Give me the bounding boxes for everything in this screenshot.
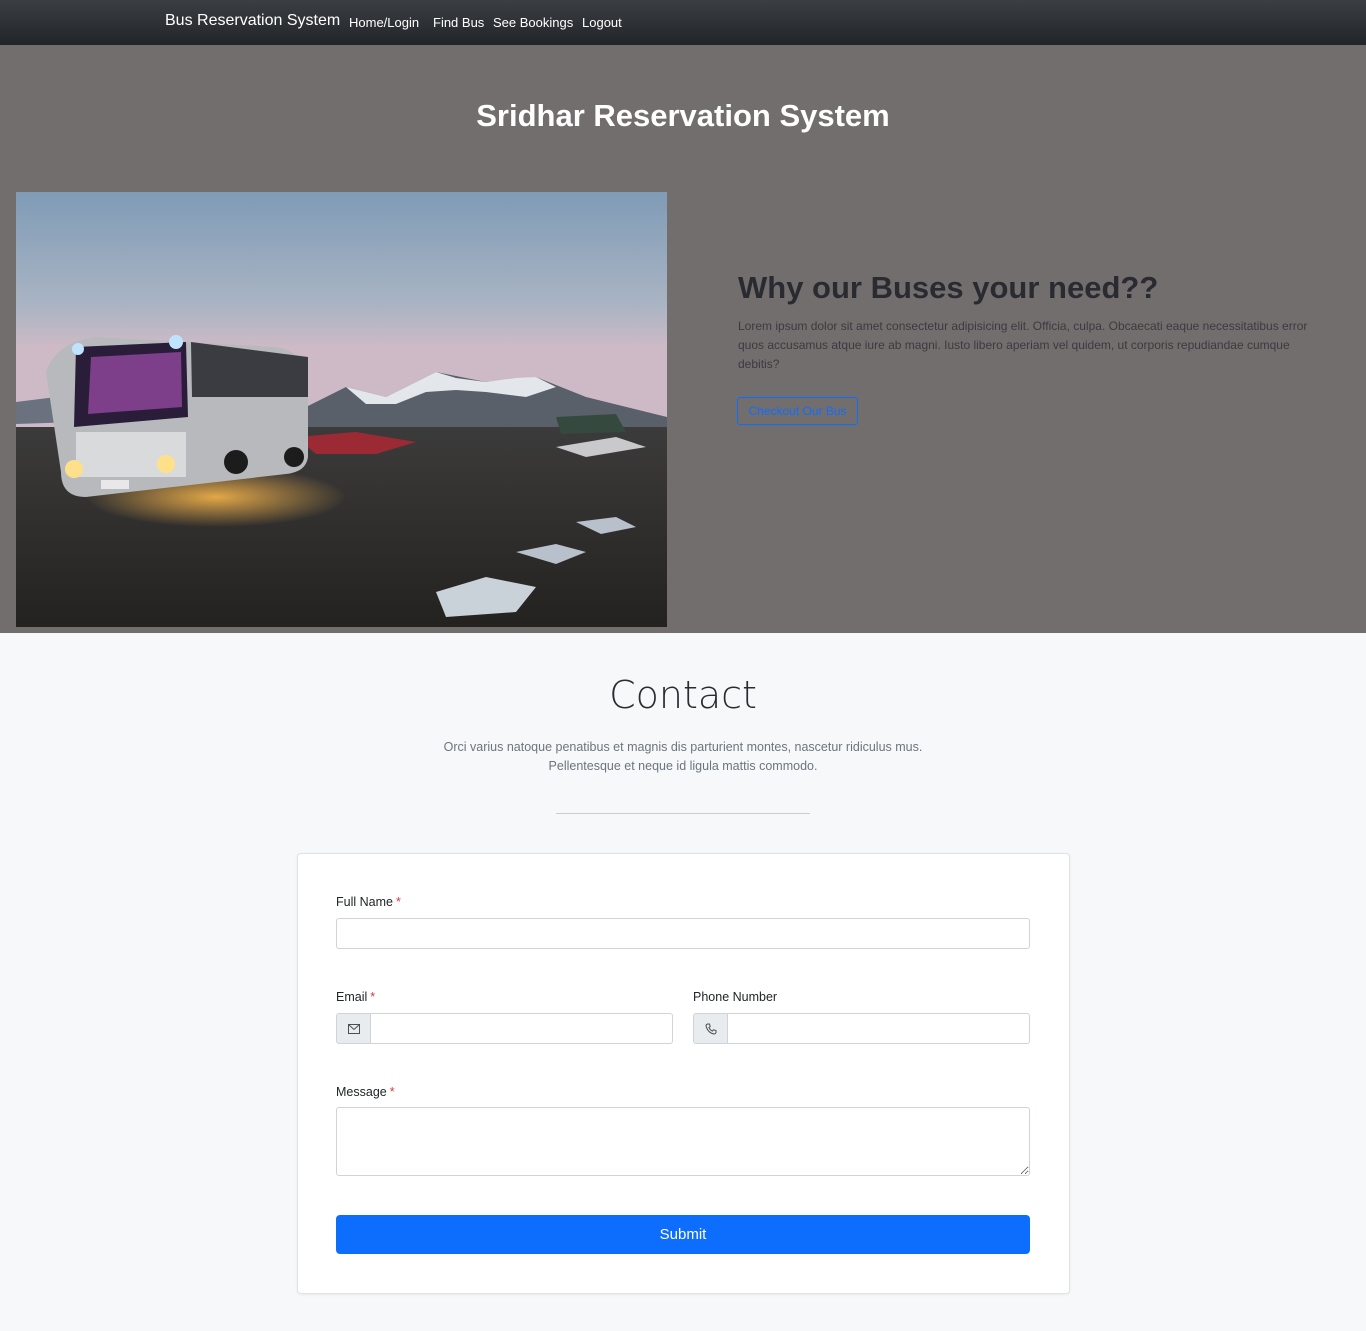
contact-form-card: Full Name * Email * Phone Number Message * … xyxy=(297,853,1070,1294)
message-label: Message * xyxy=(336,1085,395,1099)
contact-title: Contact xyxy=(609,673,757,717)
nav-link-find-bus[interactable]: Find Bus xyxy=(433,15,484,30)
navbar: Bus Reservation System Home/Login Find B… xyxy=(0,0,1366,45)
why-description: Lorem ipsum dolor sit amet consectetur a… xyxy=(738,319,1308,371)
contact-subtitle-line2: Pellentesque et neque id ligula mattis c… xyxy=(548,759,818,773)
full-name-input[interactable] xyxy=(336,918,1030,949)
contact-subtitle-line1: Orci varius natoque penatibus et magnis … xyxy=(443,740,923,754)
nav-link-see-bookings[interactable]: See Bookings xyxy=(493,15,573,30)
contact-subtitle: Orci varius natoque penatibus et magnis … xyxy=(383,738,983,776)
phone-input[interactable] xyxy=(727,1013,1030,1044)
required-mark: * xyxy=(395,895,401,909)
message-label-text: Message xyxy=(336,1085,387,1099)
nav-link-logout[interactable]: Logout xyxy=(582,15,622,30)
checkout-bus-button[interactable]: Checkout Our Bus xyxy=(737,397,858,425)
hero-section: Sridhar Reservation System Why our Buses… xyxy=(0,45,1366,633)
section-divider xyxy=(556,813,810,814)
why-title: Why our Buses your need?? xyxy=(738,270,1159,305)
email-label: Email * xyxy=(336,990,375,1004)
email-label-text: Email xyxy=(336,990,368,1004)
submit-button[interactable]: Submit xyxy=(336,1215,1030,1254)
required-mark: * xyxy=(370,990,376,1004)
bus-photo-illustration xyxy=(16,192,667,627)
email-input[interactable] xyxy=(370,1013,673,1044)
hero-title: Sridhar Reservation System xyxy=(476,98,890,133)
phone-label: Phone Number xyxy=(693,990,778,1004)
navbar-brand[interactable]: Bus Reservation System xyxy=(165,12,340,30)
required-mark: * xyxy=(389,1085,395,1099)
full-name-label: Full Name * xyxy=(336,895,401,909)
envelope-icon xyxy=(336,1013,370,1044)
phone-icon xyxy=(693,1013,727,1044)
message-textarea[interactable] xyxy=(336,1107,1030,1176)
bus-photo xyxy=(16,192,667,627)
full-name-label-text: Full Name xyxy=(336,895,393,909)
nav-link-home-login[interactable]: Home/Login xyxy=(349,15,419,30)
